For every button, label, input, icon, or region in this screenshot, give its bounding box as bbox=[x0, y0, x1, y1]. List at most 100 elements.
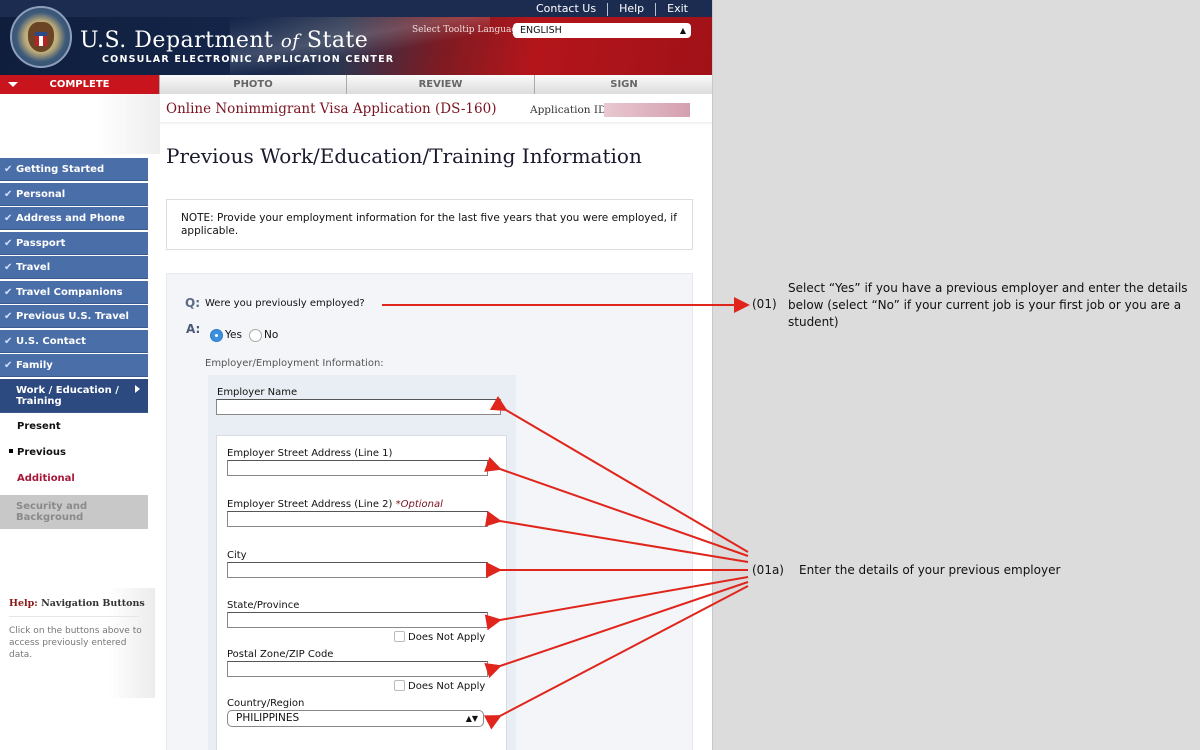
contact-us-link[interactable]: Contact Us bbox=[525, 2, 607, 16]
sidebar-item-travel-companions[interactable]: ✔ Travel Companions bbox=[0, 280, 148, 304]
exit-link[interactable]: Exit bbox=[656, 2, 699, 16]
sidebar-item-label: Travel bbox=[16, 262, 51, 273]
page-title: Previous Work/Education/Training Informa… bbox=[166, 144, 642, 168]
dept-title-part: U.S. Department bbox=[80, 28, 274, 53]
employment-section-label: Employer/Employment Information: bbox=[205, 358, 384, 369]
does-not-apply-label: Does Not Apply bbox=[408, 632, 486, 643]
dept-title-part: State bbox=[306, 28, 369, 53]
sidebar-item-personal[interactable]: ✔ Personal bbox=[0, 182, 148, 206]
state-does-not-apply[interactable]: Does Not Apply bbox=[394, 631, 485, 643]
state-input[interactable] bbox=[227, 612, 488, 628]
radio-no-label[interactable]: No bbox=[264, 329, 278, 341]
answer-label: A: bbox=[186, 322, 201, 336]
sidebar-item-security-background: Security and Background bbox=[0, 495, 148, 529]
tab-sign[interactable]: SIGN bbox=[535, 75, 712, 94]
tooltip-language-label: Select Tooltip Language bbox=[412, 25, 523, 35]
annotation-01a-text: Enter the details of your previous emplo… bbox=[799, 563, 1061, 577]
employer-name-input[interactable] bbox=[216, 399, 501, 415]
sidebar-item-travel[interactable]: ✔ Travel bbox=[0, 256, 148, 279]
annotation-01-number: (01) bbox=[752, 297, 777, 311]
department-title: U.S. Department of State bbox=[80, 28, 368, 53]
check-icon: ✔ bbox=[4, 237, 13, 249]
help-link[interactable]: Help bbox=[608, 2, 655, 16]
tab-label: SIGN bbox=[610, 79, 638, 90]
sidebar-item-getting-started[interactable]: ✔ Getting Started bbox=[0, 158, 148, 181]
help-box: Help: Navigation Buttons Click on the bu… bbox=[0, 588, 155, 698]
street2-label-text: Employer Street Address (Line 2) bbox=[227, 499, 393, 510]
sidebar-item-family[interactable]: ✔ Family bbox=[0, 354, 148, 377]
sidebar-item-label: Address and Phone bbox=[16, 213, 125, 224]
help-divider bbox=[9, 616, 139, 617]
sidebar-item-label: Previous U.S. Travel bbox=[16, 311, 129, 322]
radio-no[interactable] bbox=[249, 329, 262, 342]
sidebar-subitem-label: Previous bbox=[17, 447, 66, 458]
help-title: Help: Navigation Buttons bbox=[9, 598, 145, 609]
checkbox-icon[interactable] bbox=[394, 631, 405, 642]
annotation-01a-number: (01a) bbox=[752, 563, 784, 577]
sidebar-subitem-present[interactable]: Present bbox=[0, 414, 148, 440]
state-label: State/Province bbox=[227, 600, 300, 611]
caret-down-icon bbox=[8, 82, 18, 87]
sidebar-subitem-label: Present bbox=[17, 421, 61, 432]
sidebar-shade bbox=[0, 94, 160, 154]
sidebar-item-passport[interactable]: ✔ Passport bbox=[0, 231, 148, 255]
question-text: Were you previously employed? bbox=[205, 298, 365, 309]
application-id-label: Application ID bbox=[530, 104, 607, 116]
sidebar-subitem-previous[interactable]: Previous bbox=[0, 440, 148, 466]
application-id-value-redacted bbox=[604, 103, 690, 117]
city-label: City bbox=[227, 550, 247, 561]
annotated-screenshot: U.S. Department of State CONSULAR ELECTR… bbox=[0, 0, 1200, 750]
sidebar-nav: ✔ Getting Started ✔ Personal ✔ Address and … bbox=[0, 158, 148, 531]
tab-label: COMPLETE bbox=[49, 79, 110, 90]
sidebar-item-address-phone[interactable]: ✔ Address and Phone bbox=[0, 207, 148, 230]
tab-complete[interactable]: COMPLETE bbox=[0, 75, 160, 94]
tab-photo[interactable]: PHOTO bbox=[160, 75, 347, 94]
street1-input[interactable] bbox=[227, 460, 488, 476]
ds160-page: U.S. Department of State CONSULAR ELECTR… bbox=[0, 0, 713, 750]
current-bullet-icon bbox=[9, 449, 13, 453]
help-text: Click on the buttons above to access pre… bbox=[9, 626, 142, 660]
department-subtitle: CONSULAR ELECTRONIC APPLICATION CENTER bbox=[102, 54, 395, 65]
postal-does-not-apply[interactable]: Does Not Apply bbox=[394, 680, 485, 692]
site-header: U.S. Department of State CONSULAR ELECTR… bbox=[0, 0, 712, 75]
optional-marker: *Optional bbox=[395, 499, 443, 510]
department-seal-logo bbox=[10, 6, 72, 68]
sidebar-item-label: Getting Started bbox=[16, 164, 105, 175]
radio-yes-label[interactable]: Yes bbox=[225, 329, 242, 341]
sidebar-item-label: Security and Background bbox=[16, 501, 88, 523]
sidebar-item-label: Family bbox=[16, 360, 53, 371]
check-icon: ✔ bbox=[4, 311, 13, 322]
check-icon: ✔ bbox=[4, 188, 13, 200]
question-label: Q: bbox=[185, 296, 200, 310]
progress-tabs: COMPLETE PHOTO REVIEW SIGN bbox=[0, 75, 712, 94]
select-arrows-icon: ▲ bbox=[679, 26, 686, 35]
top-links: Contact Us Help Exit bbox=[525, 2, 699, 16]
checkbox-icon[interactable] bbox=[394, 680, 405, 691]
tab-review[interactable]: REVIEW bbox=[347, 75, 535, 94]
radio-yes[interactable] bbox=[210, 329, 223, 342]
annotation-01-text: Select “Yes” if you have a previous empl… bbox=[788, 281, 1188, 329]
sidebar-subitem-additional[interactable]: Additional bbox=[0, 466, 148, 492]
sidebar-item-previous-us-travel[interactable]: ✔ Previous U.S. Travel bbox=[0, 305, 148, 328]
sidebar-item-label: Personal bbox=[16, 188, 66, 200]
note-box: NOTE: Provide your employment informatio… bbox=[166, 199, 693, 250]
sidebar-item-work-education-training[interactable]: Work / Education / Training bbox=[0, 378, 148, 413]
street2-label: Employer Street Address (Line 2) *Option… bbox=[227, 499, 443, 510]
shield-icon bbox=[35, 32, 47, 46]
city-input[interactable] bbox=[227, 562, 488, 578]
country-select[interactable]: PHILIPPINES ▲▼ bbox=[227, 710, 484, 727]
postal-input[interactable] bbox=[227, 661, 488, 677]
sidebar-item-label: Work / Education / Training bbox=[16, 384, 119, 407]
country-label: Country/Region bbox=[227, 698, 305, 709]
street2-input[interactable] bbox=[227, 511, 488, 527]
street1-label: Employer Street Address (Line 1) bbox=[227, 448, 393, 459]
tooltip-language-select[interactable]: ENGLISH ▲ bbox=[513, 23, 691, 38]
sidebar-item-label: U.S. Contact bbox=[16, 335, 86, 347]
tab-label: REVIEW bbox=[418, 79, 463, 90]
tooltip-language-value: ENGLISH bbox=[520, 25, 562, 36]
check-icon: ✔ bbox=[4, 164, 13, 175]
sidebar-item-label: Passport bbox=[16, 237, 66, 249]
employer-name-label: Employer Name bbox=[217, 387, 298, 398]
sidebar-item-us-contact[interactable]: ✔ U.S. Contact bbox=[0, 329, 148, 353]
check-icon: ✔ bbox=[4, 262, 13, 273]
